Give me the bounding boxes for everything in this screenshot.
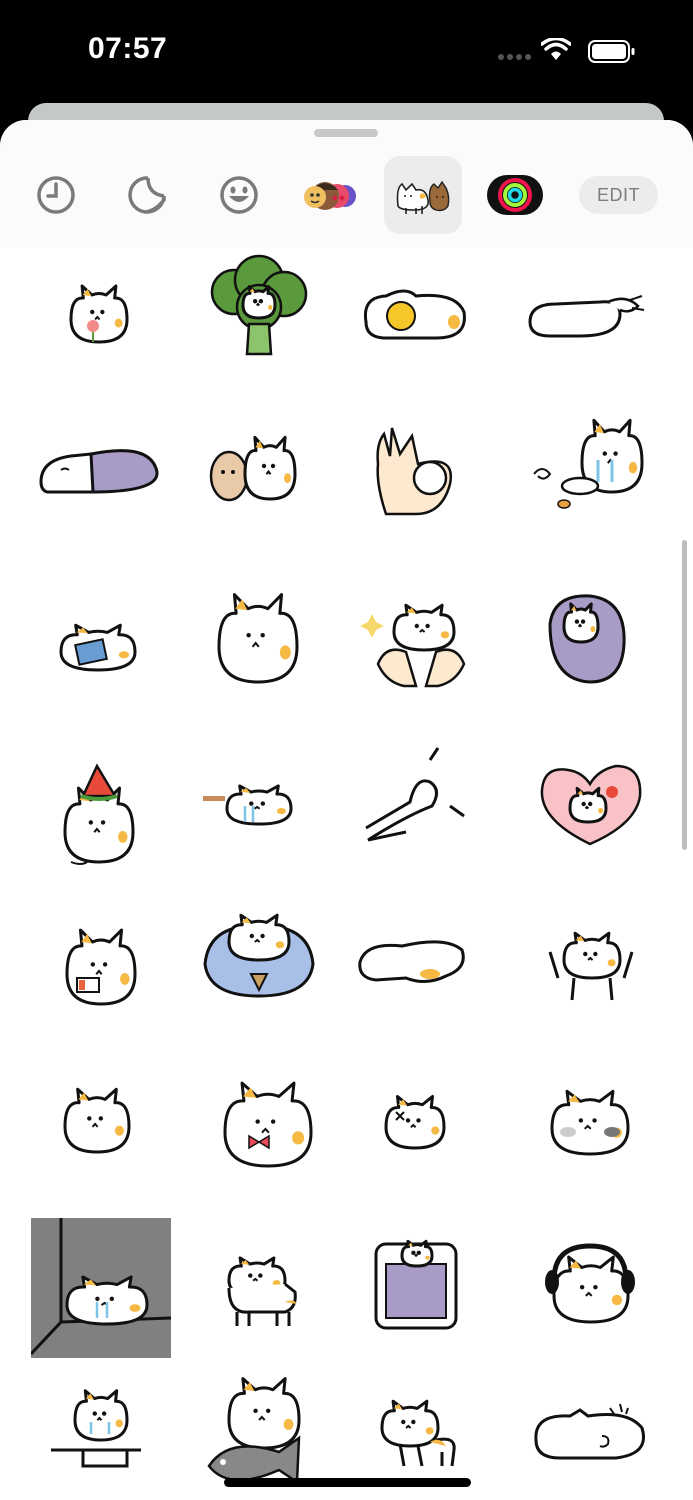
sticker-arm-stretch[interactable] <box>346 736 486 876</box>
sticker-cat-crying-bowl[interactable] <box>520 404 660 544</box>
sticker-cat-lying-pet[interactable] <box>520 252 660 392</box>
sticker-cat-melted[interactable] <box>346 894 486 1034</box>
scrollbar[interactable] <box>682 540 687 850</box>
cat-blob-plain-sticker-image <box>63 1087 131 1154</box>
home-indicator[interactable] <box>224 1478 471 1487</box>
cat-sticker-icon <box>396 180 450 214</box>
cat-lying-sigh-sticker-image <box>534 1403 645 1460</box>
cat-arms-up-sticker-image <box>548 931 634 1001</box>
sticker-cat-crying-corner[interactable] <box>29 1218 172 1358</box>
sticker-cat-blob-plain[interactable] <box>31 1054 171 1194</box>
cat-dizzy-sticker-image <box>384 1094 446 1150</box>
sticker-ok-hand-cat[interactable] <box>346 404 486 544</box>
cat-watermelon-hat-sticker-image <box>63 763 135 865</box>
sticker-cat-sleeping-blanket[interactable] <box>31 404 171 544</box>
cat-tv-frame-sticker-image <box>374 1239 458 1330</box>
sticker-grid <box>0 248 693 1498</box>
sticker-cat-desk-crying[interactable] <box>31 1366 171 1500</box>
cat-lying-pet-sticker-image <box>528 295 645 338</box>
cat-bowtie-sticker-image <box>223 1081 313 1168</box>
sticker-cat-heart-flower[interactable] <box>520 736 660 876</box>
cat-shirt-collar-sticker-image <box>203 913 315 998</box>
sticker-cat-with-potato[interactable] <box>189 404 329 544</box>
sticker-peel-icon <box>128 176 166 214</box>
tab-recents[interactable] <box>21 160 91 230</box>
edit-button[interactable]: EDIT <box>579 176 658 214</box>
cat-in-hands-sticker-image <box>360 603 466 688</box>
sticker-cat-tv-frame[interactable] <box>346 1218 486 1358</box>
cat-wrapped-blanket-sticker-image <box>548 594 626 684</box>
cat-heart-flower-sticker-image <box>540 764 642 846</box>
cat-crying-corner-sticker-image <box>29 1218 172 1358</box>
sticker-cat-low-battery[interactable] <box>31 894 171 1034</box>
cat-sleeping-blanket-sticker-image <box>39 449 159 494</box>
ok-hand-cat-sticker-image <box>376 427 453 516</box>
cat-broccoli-sticker-image <box>210 254 308 356</box>
cat-melted-sticker-image <box>358 940 465 983</box>
sticker-cat-wrapped-blanket[interactable] <box>520 574 660 714</box>
sticker-cat-headphones[interactable] <box>520 1218 660 1358</box>
battery-icon <box>588 40 635 63</box>
tab-cat-sticker-pack[interactable] <box>384 156 462 234</box>
sticker-cat-fried-egg[interactable] <box>346 252 486 392</box>
sticker-panel: EDIT <box>0 120 693 1500</box>
cat-walking-sad-sticker-image <box>227 1256 297 1326</box>
cat-blush-sticker-image <box>550 1089 630 1156</box>
activity-rings-icon <box>487 175 543 215</box>
wifi-icon <box>541 38 571 60</box>
clock-icon <box>37 176 75 214</box>
sticker-cat-walking-sad[interactable] <box>189 1218 329 1358</box>
sticker-cat-bowtie[interactable] <box>189 1054 329 1194</box>
sticker-cat-arms-up[interactable] <box>520 894 660 1034</box>
cat-with-potato-sticker-image <box>209 435 297 502</box>
sheet-grabber[interactable] <box>314 129 378 137</box>
cat-holding-flower-sticker-image <box>69 284 129 344</box>
cat-reading-book-sticker-image <box>59 623 137 672</box>
cat-crying-long-sticker-image <box>203 784 293 826</box>
cat-fried-egg-sticker-image <box>363 289 466 340</box>
sticker-cat-shirt-collar[interactable] <box>189 894 329 1034</box>
sticker-round-cat[interactable] <box>189 574 329 714</box>
sticker-cat-reading-book[interactable] <box>31 574 171 714</box>
tab-emoji[interactable] <box>204 160 274 230</box>
tab-activity[interactable] <box>480 160 550 230</box>
status-bar: 07:57 <box>0 0 693 100</box>
sticker-cat-blush[interactable] <box>520 1054 660 1194</box>
cellular-signal-icon <box>498 54 531 60</box>
sticker-cat-broccoli[interactable] <box>189 252 329 392</box>
tab-memoji[interactable] <box>296 160 366 230</box>
status-time: 07:57 <box>88 32 168 65</box>
sticker-cat-dizzy[interactable] <box>346 1054 486 1194</box>
sticker-cat-lying-sigh[interactable] <box>520 1366 660 1500</box>
cat-low-battery-sticker-image <box>65 928 137 1006</box>
memoji-faces-icon <box>304 182 356 210</box>
smiley-icon <box>220 176 258 214</box>
sticker-cat-watermelon-hat[interactable] <box>31 736 171 876</box>
cat-crying-bowl-sticker-image <box>533 418 644 509</box>
round-cat-sticker-image <box>217 593 299 684</box>
arm-stretch-sticker-image <box>365 747 465 842</box>
sticker-cat-holding-flower[interactable] <box>31 252 171 392</box>
sticker-tab-bar: EDIT <box>0 120 693 248</box>
cat-headphones-sticker-image <box>545 1243 635 1324</box>
cat-desk-crying-sticker-image <box>51 1389 141 1468</box>
sticker-cat-in-hands[interactable] <box>346 574 486 714</box>
tab-stickers[interactable] <box>112 160 182 230</box>
sticker-cat-crying-long[interactable] <box>189 736 329 876</box>
